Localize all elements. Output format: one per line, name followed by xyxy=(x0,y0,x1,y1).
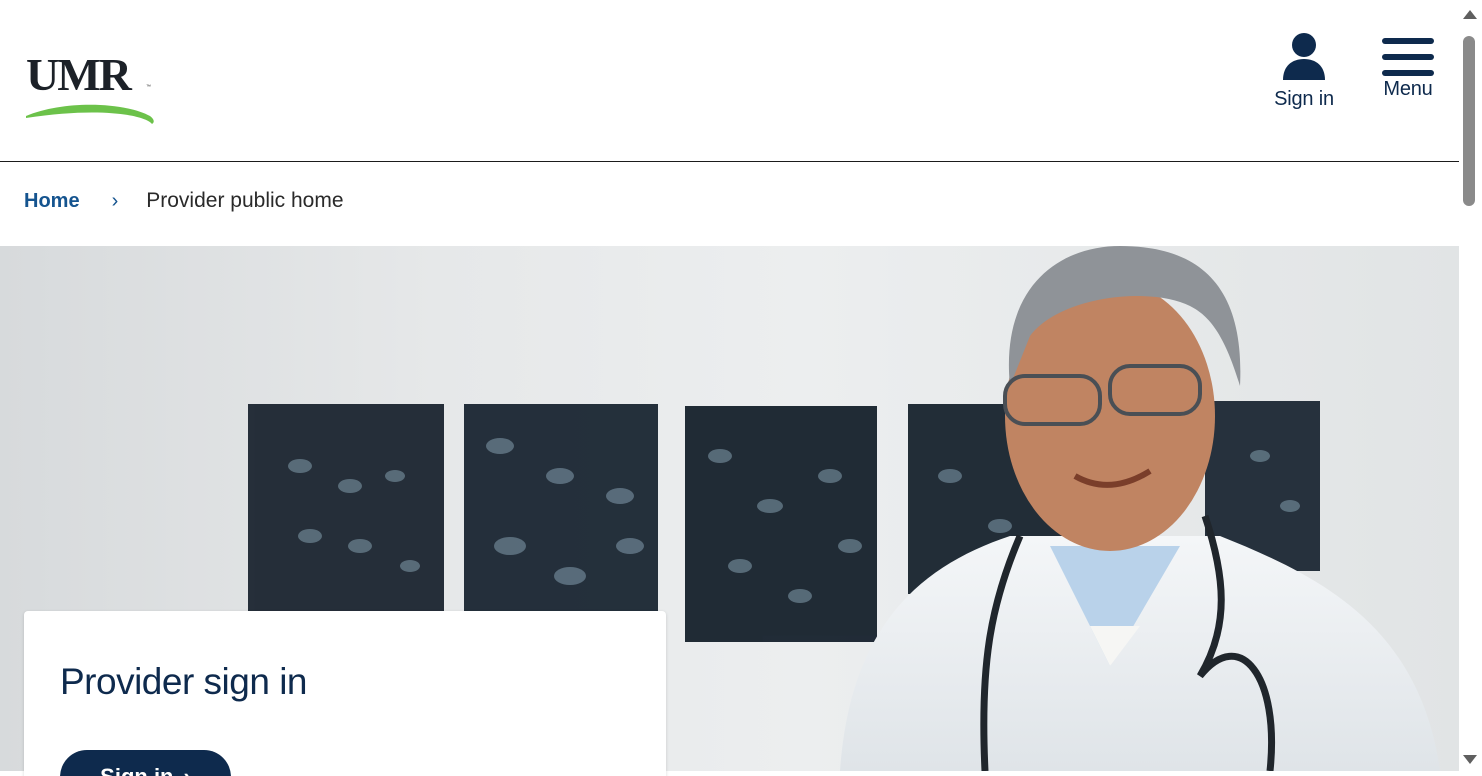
scrollbar-thumb[interactable] xyxy=(1463,36,1475,206)
page: UMR ™ Sign in Menu Home › Provider publi xyxy=(0,0,1459,776)
card-title: Provider sign in xyxy=(60,661,308,702)
scroll-up-arrow-icon[interactable] xyxy=(1463,10,1477,19)
card-sign-in-label: Sign in xyxy=(100,764,173,776)
logo-swoosh-icon xyxy=(26,104,154,124)
breadcrumb: Home › Provider public home xyxy=(24,186,344,216)
sign-in-label: Sign in xyxy=(1274,88,1334,110)
breadcrumb-current-page: Provider public home xyxy=(146,189,344,212)
chevron-right-icon: › xyxy=(184,764,191,776)
vertical-scrollbar[interactable] xyxy=(1459,0,1482,776)
scroll-down-arrow-icon[interactable] xyxy=(1463,755,1477,764)
menu-label: Menu xyxy=(1383,78,1433,100)
site-header: UMR ™ Sign in Menu xyxy=(0,0,1459,162)
umr-logo[interactable]: UMR ™ xyxy=(24,50,158,126)
card-sign-in-button[interactable]: Sign in › xyxy=(60,750,231,776)
header-menu-button[interactable]: Menu xyxy=(1362,30,1454,120)
header-sign-in-button[interactable]: Sign in xyxy=(1258,30,1350,120)
hamburger-menu-icon xyxy=(1382,38,1434,76)
person-icon xyxy=(1283,33,1325,80)
breadcrumb-home-link[interactable]: Home xyxy=(24,190,80,213)
provider-sign-in-card: Provider sign in Sign in › xyxy=(24,611,666,776)
breadcrumb-separator-icon: › xyxy=(111,189,119,212)
